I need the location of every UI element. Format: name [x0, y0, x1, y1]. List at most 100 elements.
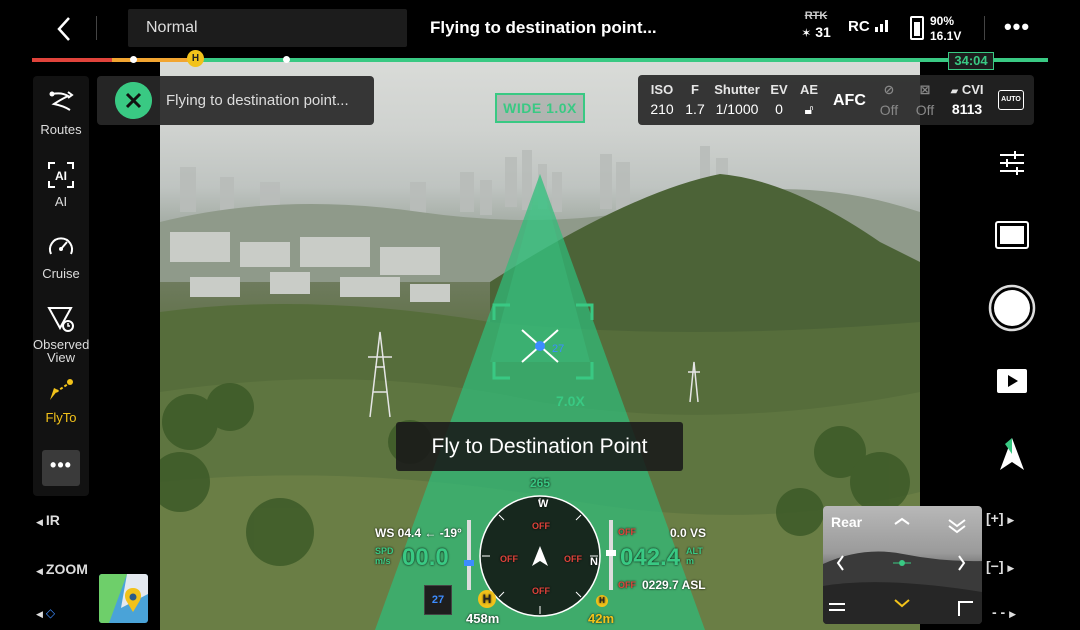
option-toggle-2: ⊠ Off: [912, 82, 938, 118]
caret-right-icon: ▶: [1007, 563, 1015, 573]
settings-sliders-icon[interactable]: [998, 150, 1026, 176]
home-distance-icon: H: [478, 590, 496, 608]
no-signal-icon: ⊘: [883, 82, 895, 97]
satellite-count: 31: [815, 24, 831, 40]
home-height-icon: H: [596, 595, 608, 607]
obstacle-off-bottom: OFF: [532, 586, 550, 596]
ev-param: EV 0: [770, 82, 788, 117]
satellite-icon: ✶: [801, 26, 812, 40]
more-menu-button[interactable]: •••: [1002, 14, 1032, 44]
battery-voltage: 16.1V: [930, 29, 962, 43]
home-height: 42m: [588, 611, 615, 626]
obstacle-off-lower: OFF: [618, 580, 636, 590]
progress-segment: [112, 58, 197, 62]
svg-text:AI: AI: [55, 169, 67, 183]
unlock-icon: 🔓︎: [804, 101, 814, 117]
rear-camera-pip[interactable]: Rear: [823, 506, 982, 624]
waypoint-dot: [130, 56, 137, 63]
obstacle-off-right: OFF: [564, 554, 582, 564]
gps-signal-count: 27: [424, 585, 452, 615]
back-arrow-icon[interactable]: [48, 12, 82, 46]
zoom-out-button[interactable]: [−] ▶: [986, 558, 1014, 574]
banner-text: Flying to destination point...: [166, 92, 349, 109]
altitude-scale: [606, 520, 616, 590]
tool-label: Observed View: [33, 337, 90, 365]
obstacle-off-upper: OFF: [618, 527, 636, 537]
speed-scale: [464, 520, 474, 590]
photo-video-mode-icon[interactable]: [995, 221, 1029, 249]
home-distance: 458m: [466, 611, 500, 626]
routes-icon: [49, 91, 74, 111]
status-banner: Flying to destination point...: [97, 76, 374, 125]
tool-ai[interactable]: AI AI: [33, 160, 89, 209]
tool-routes[interactable]: Routes: [33, 88, 89, 137]
altitude-unit-label: ALT m: [686, 546, 703, 566]
playback-icon[interactable]: [997, 369, 1027, 393]
camera-auto-mode-icon[interactable]: AUTO: [998, 90, 1024, 110]
toolbar-more-button[interactable]: •••: [42, 450, 80, 486]
signal-bars-icon: [874, 20, 888, 32]
caret-left-icon: ◀: [36, 517, 43, 527]
storage-param: ▰ CVI 8113: [950, 82, 984, 117]
no-light-icon: ⊠: [919, 82, 931, 97]
compass-radar[interactable]: [478, 494, 602, 618]
heading-readout: 265: [530, 476, 551, 490]
zoom-toggle[interactable]: ◀ ZOOM: [36, 561, 88, 577]
caret-right-icon: ▶: [1009, 609, 1017, 619]
tool-label: AI: [54, 194, 68, 209]
altitude-readout: 042.4: [620, 544, 681, 571]
top-bar: Normal Flying to destination point... RT…: [0, 0, 1080, 56]
more-controls-handle[interactable]: - - ▶: [992, 604, 1016, 620]
zoom-label: ZOOM: [45, 561, 88, 577]
lens-zoom-tag[interactable]: WIDE 1.0X: [495, 93, 585, 123]
rtk-status[interactable]: RTK ✶ 31: [796, 10, 836, 40]
caret-left-icon: ◀: [36, 609, 43, 619]
iso-param: ISO 210: [650, 82, 674, 117]
home-point-icon: H: [187, 50, 204, 67]
asl-altitude: 0229.7 ASL: [642, 578, 706, 592]
map-thumbnail[interactable]: [99, 574, 148, 623]
pip-title: Rear: [831, 514, 863, 530]
ae-lock-param: AE 🔓︎: [799, 82, 819, 117]
focus-mode: AFC: [833, 92, 866, 109]
target-zoom-level: 7.0X: [556, 393, 585, 409]
wind-speed: WS 04.4 ← -19°: [375, 526, 462, 540]
waypoint-dot: [283, 56, 290, 63]
flight-status-title: Flying to destination point...: [430, 18, 657, 37]
option-toggle-1: ⊘ Off: [876, 82, 902, 118]
compass-north-label: N: [590, 556, 598, 568]
rc-label: RC: [848, 18, 870, 35]
speed-unit-label: SPD m/s: [375, 546, 394, 566]
shutter-button[interactable]: [988, 284, 1036, 332]
navigation-arrow-icon[interactable]: [998, 438, 1026, 472]
gimbal-toggle[interactable]: ◀ ◇: [36, 604, 55, 620]
obstacle-off-top: OFF: [532, 521, 550, 531]
compass-west-label: W: [538, 498, 549, 510]
divider: [96, 16, 97, 40]
remaining-flight-time: 34:04: [948, 52, 994, 70]
svg-text:27: 27: [552, 343, 564, 355]
camera-parameters-panel[interactable]: ISO 210 F 1.7 Shutter 1/1000 EV 0 AE 🔓︎ …: [638, 75, 1034, 125]
tool-flyto[interactable]: FlyTo: [33, 376, 89, 425]
flight-mode-selector[interactable]: Normal: [128, 9, 407, 47]
caret-right-icon: ▶: [1007, 515, 1015, 525]
flight-progress-bar: H: [32, 50, 1048, 67]
cruise-icon: [49, 237, 73, 255]
ir-toggle[interactable]: ◀ IR: [36, 512, 60, 528]
left-toolbar: Routes AI AI Cruise Observed View FlyTo …: [33, 76, 89, 496]
flyto-icon: [50, 379, 73, 400]
tool-label: FlyTo: [45, 410, 77, 425]
rtk-label: RTK: [804, 10, 828, 22]
ir-label: IR: [45, 512, 60, 528]
cancel-flyto-button[interactable]: [115, 82, 152, 119]
rc-signal[interactable]: RC: [848, 18, 890, 35]
zoom-in-button[interactable]: [+] ▶: [986, 510, 1014, 526]
sd-card-icon: ▰: [950, 86, 959, 97]
tool-observed-view[interactable]: Observed View: [33, 304, 89, 364]
divider: [984, 16, 985, 40]
shutter-param: Shutter 1/1000: [714, 82, 760, 117]
tool-cruise[interactable]: Cruise: [33, 232, 89, 281]
battery-icon: [910, 16, 924, 40]
ai-icon: AI: [48, 162, 74, 188]
flyto-destination-label[interactable]: Fly to Destination Point: [396, 422, 683, 471]
